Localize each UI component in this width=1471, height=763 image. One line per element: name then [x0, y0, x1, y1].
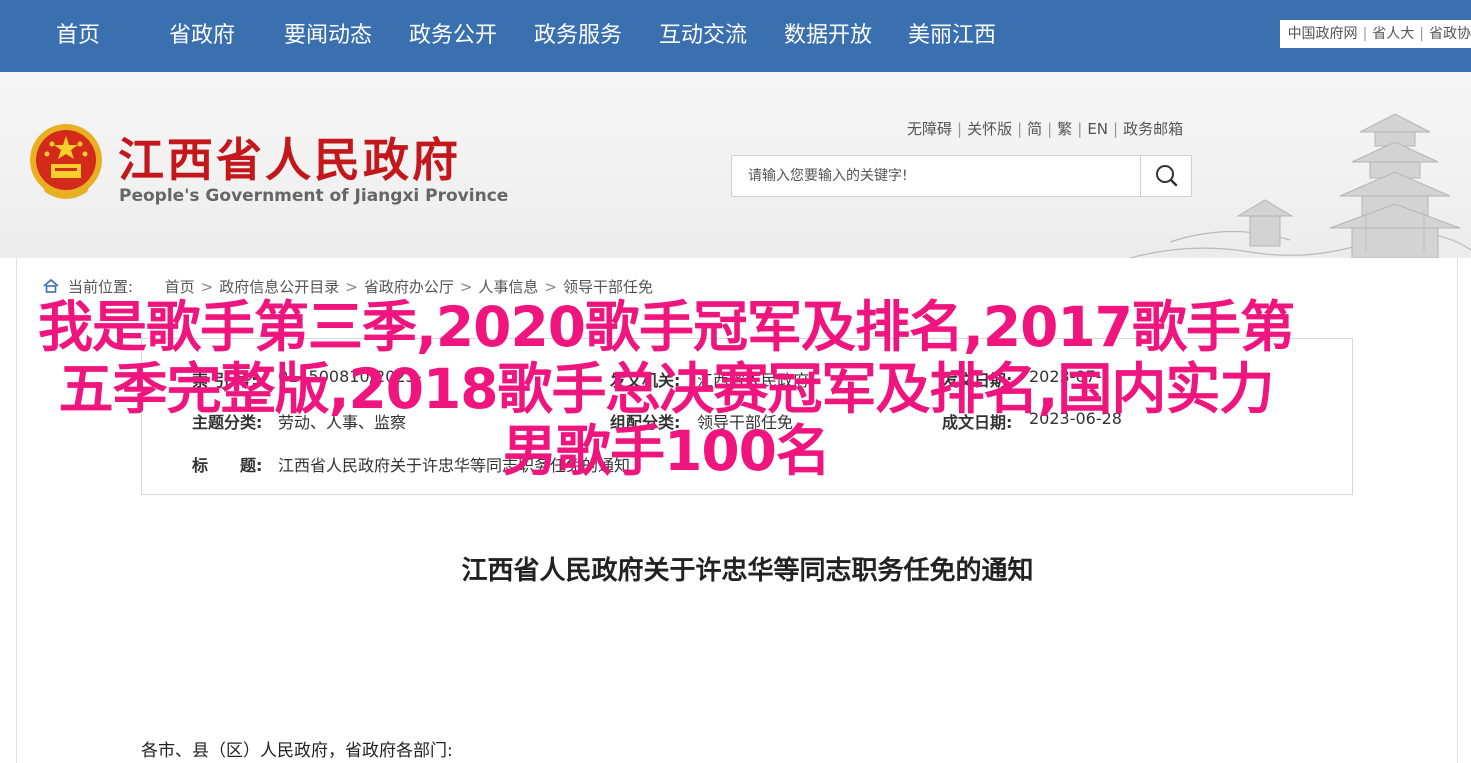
breadcrumb-disclosure-catalog[interactable]: 政府信息公开目录 [219, 278, 339, 296]
site-title: 江西省人民政府 [118, 133, 461, 187]
pagoda-illustration [1130, 113, 1471, 258]
link-cppcc[interactable]: 省政协 [1429, 26, 1471, 42]
site-header: 江西省人民政府 People's Government of Jiangxi P… [0, 72, 1471, 258]
nav-item-government-disclosure[interactable]: 政务公开 [409, 18, 497, 54]
national-emblem-icon [30, 124, 102, 199]
home-icon [43, 278, 59, 293]
top-nav-bar: 首页 省政府 要闻动态 政务公开 政务服务 互动交流 数据开放 美丽江西 中国政… [0, 0, 1471, 73]
breadcrumb-label: 当前位置: [68, 278, 134, 296]
search-input[interactable] [732, 156, 1142, 196]
breadcrumb-general-office[interactable]: 省政府办公厅 [364, 278, 454, 296]
nav-item-provincial-government[interactable]: 省政府 [169, 18, 235, 54]
link-traditional[interactable]: 繁 [1057, 120, 1072, 138]
nav-item-interaction[interactable]: 互动交流 [659, 18, 747, 54]
nav-item-news[interactable]: 要闻动态 [284, 18, 372, 54]
overlay-keyword-text: 我是歌手第三季,2020歌手冠军及排名,2017歌手第五季完整版,2018歌手总… [38, 295, 1295, 483]
search-box [731, 155, 1192, 197]
breadcrumb-personnel-info[interactable]: 人事信息 [478, 278, 538, 296]
document-salutation: 各市、县（区）人民政府，省政府各部门: [141, 741, 453, 761]
nav-item-government-services[interactable]: 政务服务 [534, 18, 622, 54]
link-provincial-congress[interactable]: 省人大 [1372, 26, 1414, 42]
nav-item-open-data[interactable]: 数据开放 [784, 18, 872, 54]
document-title: 江西省人民政府关于许忠华等同志职务任免的通知 [461, 556, 1034, 586]
link-care-version[interactable]: 关怀版 [967, 120, 1012, 138]
breadcrumb-appointments[interactable]: 领导干部任免 [563, 278, 653, 296]
breadcrumb-home[interactable]: 首页 [165, 278, 195, 296]
link-simplified[interactable]: 简 [1027, 120, 1042, 138]
breadcrumb: 当前位置: 首页 > 政府信息公开目录 > 省政府办公厅 > 人事信息 > 领导干部任免 [42, 276, 653, 297]
nav-item-beautiful-jiangxi[interactable]: 美丽江西 [908, 18, 996, 54]
top-external-links: 中国政府网 | 省人大 | 省政协 [1279, 20, 1471, 48]
site-subtitle: People's Government of Jiangxi Province [119, 186, 509, 206]
link-accessibility[interactable]: 无障碍 [907, 120, 952, 138]
link-english[interactable]: EN [1087, 120, 1108, 138]
nav-item-home[interactable]: 首页 [56, 18, 100, 54]
link-china-gov[interactable]: 中国政府网 [1288, 26, 1358, 42]
